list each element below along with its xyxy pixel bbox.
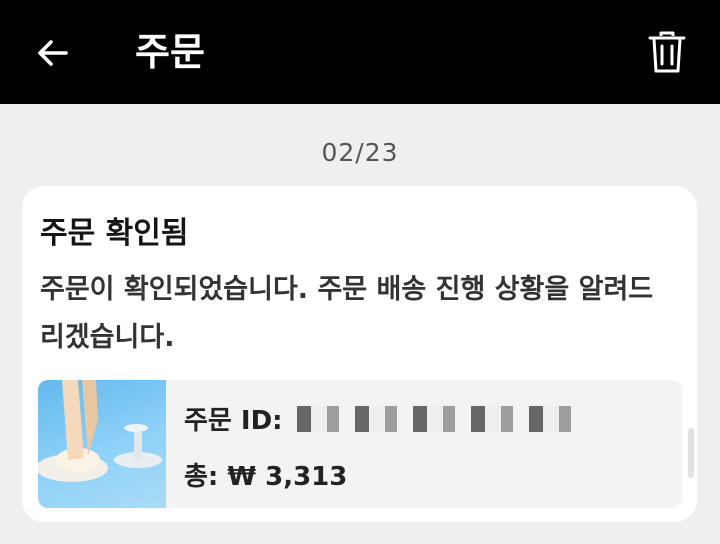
order-total: 총: ₩ 3,313: [184, 456, 347, 493]
app-header: 주문: [0, 0, 720, 104]
notification-message: 주문이 확인되었습니다. 주문 배송 진행 상황을 알려드리겠습니다.: [40, 274, 654, 353]
date-separator: 02/23: [321, 138, 399, 167]
redacted-order-id: [296, 405, 587, 432]
order-total-label: 총:: [184, 462, 219, 492]
order-id: 주문 ID:: [184, 400, 587, 437]
notification-title: 주문 확인됨: [40, 216, 189, 251]
order-total-value: ₩ 3,313: [227, 462, 348, 492]
back-button[interactable]: [30, 30, 76, 76]
notification-card[interactable]: 주문 확인됨 주문이 확인되었습니다. 주문 배송 진행 상황을 알려드리겠습니…: [22, 186, 697, 522]
product-thumbnail: [38, 380, 166, 508]
arrow-left-icon: [38, 40, 68, 66]
page-title: 주문: [135, 30, 205, 74]
order-id-label: 주문 ID:: [184, 406, 283, 436]
scrollbar[interactable]: [688, 428, 694, 478]
trash-icon: [648, 31, 686, 73]
order-summary[interactable]: 주문 ID: 총: ₩ 3,313: [38, 380, 682, 508]
delete-button[interactable]: [642, 26, 692, 78]
